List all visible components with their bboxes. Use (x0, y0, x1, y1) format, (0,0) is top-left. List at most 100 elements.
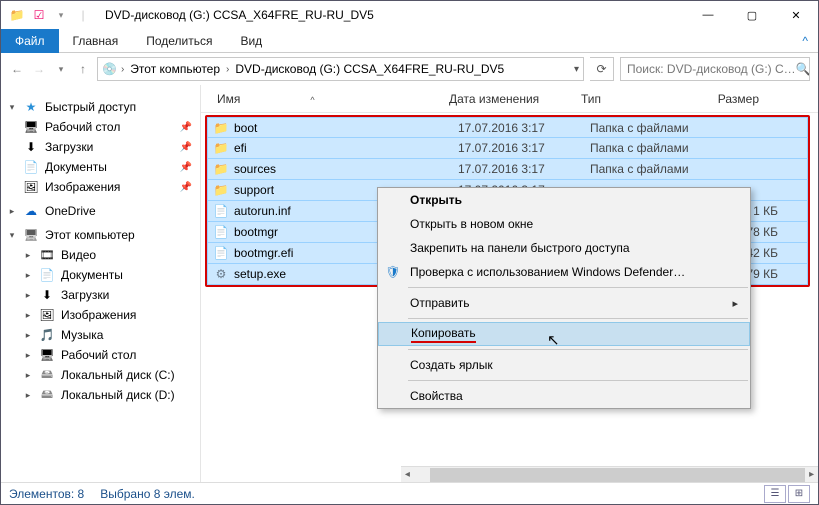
downloads-icon: ⬇ (23, 139, 39, 155)
maximize-button[interactable]: ▢ (730, 1, 774, 29)
col-date[interactable]: Дата изменения (441, 92, 573, 106)
col-size[interactable]: Размер (701, 92, 767, 106)
ctx-копировать[interactable]: Копировать (378, 322, 750, 346)
downloads-icon: ⬇ (39, 287, 55, 303)
view-details-button[interactable]: ☰ (764, 485, 786, 503)
file-type: Папка с файлами (590, 141, 718, 155)
scroll-right-icon[interactable]: ▸ (805, 469, 818, 480)
sidebar-item-label: Видео (61, 248, 96, 262)
col-name[interactable]: Имя (217, 92, 240, 106)
sidebar-this-pc[interactable]: ▾ 🖥 Этот компьютер (1, 225, 200, 245)
up-button[interactable]: ↑ (75, 61, 91, 77)
sidebar-item-music[interactable]: ▸ 🎵 Музыка (1, 325, 200, 345)
tab-share[interactable]: Поделиться (132, 30, 226, 52)
folder-icon: 📁 (212, 140, 230, 156)
separator (408, 318, 748, 319)
sidebar-quick-access[interactable]: ▾ ★ Быстрый доступ (1, 97, 200, 117)
table-row[interactable]: 📁efi17.07.2016 3:17Папка с файлами (207, 138, 808, 159)
chevron-right-icon[interactable]: ▸ (23, 350, 33, 361)
close-button[interactable]: ✕ (774, 1, 818, 29)
sidebar-item-label: OneDrive (45, 204, 96, 218)
ctx-открыть-в-новом-окне[interactable]: Открыть в новом окне (378, 212, 750, 236)
table-row[interactable]: 📁boot17.07.2016 3:17Папка с файлами (207, 117, 808, 138)
chevron-right-icon[interactable]: ▸ (7, 206, 17, 217)
breadcrumb-leaf[interactable]: DVD-дисковод (G:) CCSA_X64FRE_RU-RU_DV5 (233, 62, 506, 76)
chevron-right-icon[interactable]: ▸ (23, 330, 33, 341)
column-headers[interactable]: Имя^ Дата изменения Тип Размер (201, 85, 818, 113)
qat: 📁 ☑ ▾ | (1, 7, 99, 23)
qat-dropdown-icon[interactable]: ▾ (53, 7, 69, 23)
sidebar-item-downloads[interactable]: ▸⬇Загрузки (1, 285, 200, 305)
sidebar-item-pictures[interactable]: ▸🖼Изображения (1, 305, 200, 325)
sidebar-item-pictures[interactable]: 🖼Изображения📌 (1, 177, 200, 197)
file-tab[interactable]: Файл (1, 29, 59, 53)
scroll-left-icon[interactable]: ◂ (401, 469, 414, 480)
titlebar: 📁 ☑ ▾ | DVD-дисковод (G:) CCSA_X64FRE_RU… (1, 1, 818, 29)
view-icons-button[interactable]: ⊞ (788, 485, 810, 503)
ctx-закрепить-на-панели-быстрого-доступа[interactable]: Закрепить на панели быстрого доступа (378, 236, 750, 260)
ctx-label: Открыть (410, 193, 462, 207)
ctx-отправить[interactable]: Отправить▸ (378, 291, 750, 315)
file-type: Папка с файлами (590, 162, 718, 176)
tab-home[interactable]: Главная (59, 30, 133, 52)
sidebar-item-drive-c[interactable]: ▸🖴Локальный диск (C:) (1, 365, 200, 385)
navbar: ← → ▾ ↑ 💿 › Этот компьютер › DVD-дисково… (1, 53, 818, 85)
horizontal-scrollbar[interactable]: ◂ ▸ (401, 466, 818, 482)
music-icon: 🎵 (39, 327, 55, 343)
pc-icon: 🖥 (23, 227, 39, 243)
chevron-right-icon[interactable]: ▸ (23, 250, 33, 261)
sidebar-item-label: Изображения (61, 308, 136, 322)
ctx-свойства[interactable]: Свойства (378, 384, 750, 408)
minimize-button[interactable]: — (686, 1, 730, 29)
breadcrumb-root[interactable]: Этот компьютер (128, 62, 222, 76)
context-menu: Открыть Открыть в новом окне Закрепить на … (377, 187, 751, 409)
sidebar-item-label: Загрузки (45, 140, 93, 154)
addr-dropdown-icon[interactable]: ▾ (574, 64, 579, 75)
ctx-проверка-с-использованием-windows-defender-[interactable]: 🛡 Проверка с использованием Windows Defen… (378, 260, 750, 284)
sidebar-item-drive-d[interactable]: ▸🖴Локальный диск (D:) (1, 385, 200, 405)
ctx-создать-ярлык[interactable]: Создать ярлык (378, 353, 750, 377)
sidebar-item-documents[interactable]: ▸📄Документы (1, 265, 200, 285)
sidebar-item-videos[interactable]: ▸🎞Видео (1, 245, 200, 265)
forward-button[interactable]: → (31, 61, 47, 77)
ctx-label: Отправить (410, 296, 470, 310)
chevron-right-icon[interactable]: ▸ (23, 270, 33, 281)
scrollbar-thumb[interactable] (430, 468, 805, 482)
refresh-button[interactable]: ⟳ (590, 57, 614, 81)
chevron-down-icon[interactable]: ▾ (7, 102, 17, 113)
ctx-открыть[interactable]: Открыть (378, 188, 750, 212)
chevron-down-icon[interactable]: ▾ (7, 230, 17, 241)
table-row[interactable]: 📁sources17.07.2016 3:17Папка с файлами (207, 159, 808, 180)
address-bar[interactable]: 💿 › Этот компьютер › DVD-дисковод (G:) C… (97, 57, 584, 81)
sidebar-item-label: Документы (61, 268, 123, 282)
chevron-right-icon[interactable]: ▸ (23, 370, 33, 381)
recent-dropdown-icon[interactable]: ▾ (53, 61, 69, 77)
ribbon-expand-icon[interactable]: ^ (792, 34, 818, 48)
sidebar-item-desktop[interactable]: ▸🖥Рабочий стол (1, 345, 200, 365)
ctx-label: Проверка с использованием Windows Defend… (410, 265, 685, 279)
pin-icon: 📌 (180, 182, 192, 193)
sidebar-item-label: Рабочий стол (61, 348, 136, 362)
sidebar-onedrive[interactable]: ▸ ☁ OneDrive (1, 201, 200, 221)
chevron-right-icon[interactable]: ▸ (23, 390, 33, 401)
exe-icon: ⚙ (212, 266, 230, 282)
back-button[interactable]: ← (9, 61, 25, 77)
chevron-right-icon[interactable]: ▸ (23, 290, 33, 301)
file-name: boot (230, 121, 458, 135)
chevron-right-icon[interactable]: ▸ (23, 310, 33, 321)
sidebar-item-downloads[interactable]: ⬇Загрузки📌 (1, 137, 200, 157)
sidebar-item-desktop[interactable]: 🖥Рабочий стол📌 (1, 117, 200, 137)
shield-icon: 🛡 (384, 263, 402, 281)
sidebar-item-documents[interactable]: 📄Документы📌 (1, 157, 200, 177)
file-type: Папка с файлами (590, 121, 718, 135)
sidebar-item-label: Музыка (61, 328, 103, 342)
tab-view[interactable]: Вид (226, 30, 276, 52)
search-box[interactable]: Поиск: DVD-дисковод (G:) C… 🔍 (620, 57, 810, 81)
col-type[interactable]: Тип (573, 92, 701, 106)
checkbox-icon[interactable]: ☑ (31, 7, 47, 23)
sidebar-item-label: Локальный диск (C:) (61, 368, 175, 382)
sidebar-item-label: Рабочий стол (45, 120, 120, 134)
separator (408, 349, 748, 350)
star-icon: ★ (23, 99, 39, 115)
ctx-label: Открыть в новом окне (410, 217, 533, 231)
